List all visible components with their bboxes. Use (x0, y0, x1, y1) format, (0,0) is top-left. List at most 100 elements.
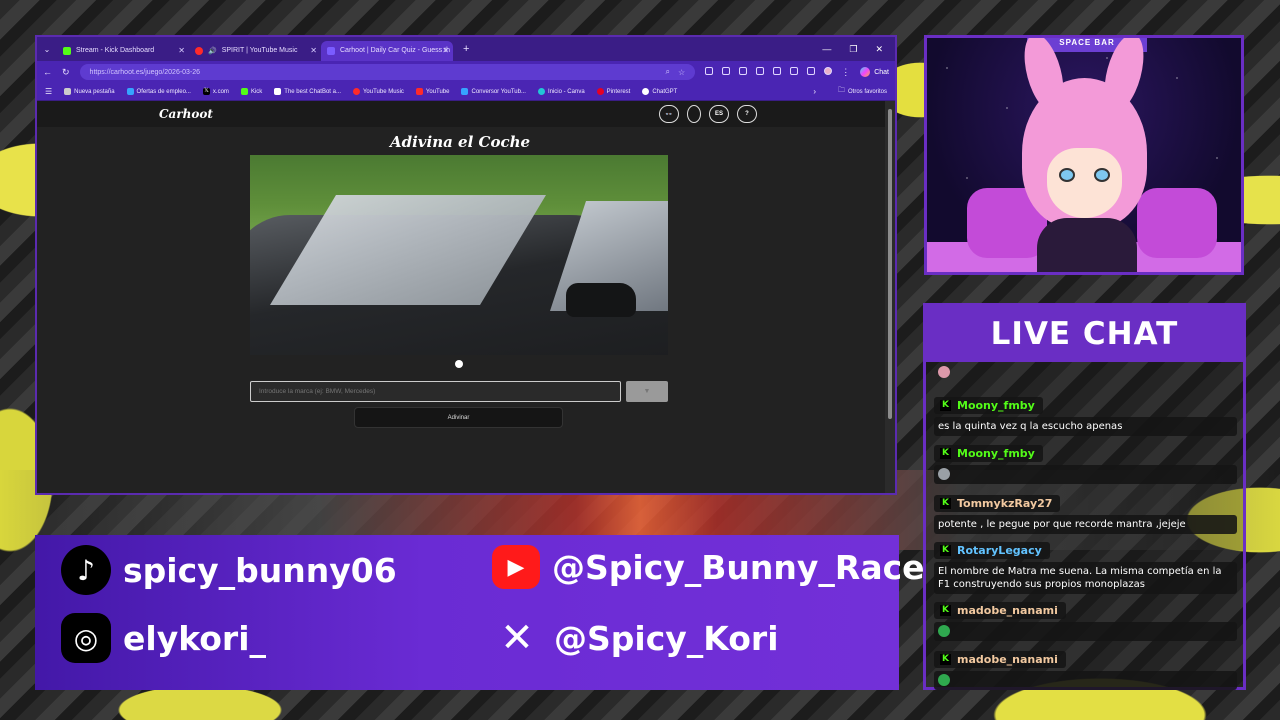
youtube-music-favicon-icon (352, 88, 360, 95)
copilot-chat-button[interactable]: Chat (860, 67, 889, 77)
chat-user-tag: K RotaryLegacy (934, 541, 1050, 559)
chat-message-text: potente , le pegue por que recorde mantr… (934, 514, 1237, 534)
live-chat-title: LIVE CHAT (926, 306, 1243, 362)
brand-dropdown-button[interactable]: ▼ (626, 381, 668, 402)
bookmark-label: ChatGPT (652, 88, 678, 95)
speaker-icon[interactable]: 🔊 (208, 47, 217, 55)
tab-kick-dashboard[interactable]: Stream - Kick Dashboard ✕ (57, 41, 189, 61)
bookmark-item[interactable]: Kick (240, 88, 262, 95)
language-button[interactable]: ES (709, 105, 729, 123)
chat-message-text: El nombre de Matra me suena. La misma co… (934, 561, 1237, 594)
zoom-icon[interactable]: ⌕ (666, 67, 670, 77)
bookmark-item[interactable]: Nueva pestaña (64, 88, 115, 95)
close-tab-icon[interactable]: ✕ (442, 46, 449, 55)
more-bookmarks-chevron-icon[interactable]: › (813, 87, 816, 96)
bookmark-item[interactable]: Ofertas de empleo... (126, 88, 191, 95)
bookmark-item[interactable]: 𝕏x.com (202, 88, 229, 95)
chat-user-tag: K madobe_nanami (934, 601, 1066, 619)
chat-message: K madobe_nanami (934, 599, 1237, 641)
tiktok-username: spicy_bunny06 (123, 550, 397, 590)
avatar-body (1037, 218, 1137, 272)
other-bookmarks-label: Otros favoritos (847, 88, 887, 95)
vtuber-avatar-cam: SPACE BAR (924, 35, 1244, 275)
theme-circle-icon[interactable] (687, 105, 701, 123)
menu-dots-icon[interactable]: ⋮ (841, 67, 850, 78)
chat-emote-icon (938, 467, 950, 480)
chat-username: madobe_nanami (957, 652, 1058, 666)
brand-input[interactable] (250, 381, 621, 402)
bookmark-item[interactable]: Inicio - Canva (537, 88, 585, 95)
new-tab-favicon-icon (64, 88, 72, 95)
sidebar-toggle-icon[interactable]: ☰ (45, 87, 52, 96)
other-bookmarks-folder[interactable]: 🗀 Otros favoritos (838, 86, 887, 97)
chat-username: RotaryLegacy (957, 543, 1042, 557)
kick-badge-icon: K (940, 497, 951, 509)
tab-list-chevron-icon[interactable]: ⌄ (37, 45, 57, 54)
bookmark-item[interactable]: Conversor YouTub... (461, 88, 526, 95)
bookmark-label: YouTube (425, 88, 450, 95)
tab-carhoot[interactable]: Carhoot | Daily Car Quiz - Guess th ✕ (321, 40, 453, 61)
youtube-icon: ▶ (492, 545, 540, 589)
kick-badge-icon: K (940, 653, 951, 665)
pinterest-favicon-icon (596, 88, 604, 95)
download-icon[interactable] (773, 66, 782, 75)
bookmark-label: Conversor YouTub... (471, 88, 526, 95)
youtube-favicon-icon (415, 88, 423, 95)
close-window-icon[interactable]: ✕ (875, 44, 883, 55)
url-field[interactable]: https://carhoot.es/juego/2026-03-26 ⌕ ☆ (79, 64, 696, 80)
youtube-handle: ▶ @Spicy_Bunny_Race (492, 545, 925, 589)
kick-badge-icon: K (940, 604, 951, 616)
maximize-icon[interactable]: ❐ (849, 44, 857, 55)
extension-icon[interactable] (756, 66, 765, 75)
address-bar: ← ↻ https://carhoot.es/juego/2026-03-26 … (37, 61, 895, 83)
bookmark-item[interactable]: YouTube Music (352, 88, 404, 95)
kick-badge-icon: K (940, 399, 951, 411)
scrollbar-thumb[interactable] (888, 109, 892, 419)
minimize-icon[interactable]: — (822, 44, 831, 55)
extension-icon[interactable] (739, 66, 748, 75)
profile-avatar-icon[interactable] (824, 66, 833, 75)
extension-icon[interactable] (722, 66, 731, 75)
carousel-dot[interactable] (455, 360, 463, 368)
screenshot-icon[interactable] (807, 66, 816, 75)
x-handle: ✕ @Spicy_Kori (492, 613, 779, 663)
chat-message-body (934, 621, 1237, 641)
avatar-eye-left (1059, 168, 1075, 182)
page-scrollbar[interactable] (885, 101, 895, 493)
x-username: @Spicy_Kori (554, 618, 779, 658)
star-icon[interactable]: ☆ (678, 68, 685, 77)
chat-username: madobe_nanami (957, 603, 1058, 617)
tab-label: Carhoot | Daily Car Quiz - Guess th (340, 47, 450, 54)
tab-youtube-music[interactable]: 🔊 SPIRIT | YouTube Music ✕ (189, 41, 321, 61)
chatbot-favicon-icon (274, 88, 282, 95)
site-logo[interactable]: Carhoot (159, 107, 213, 121)
chat-message: K RotaryLegacy El nombre de Matra me sue… (934, 539, 1237, 594)
chevron-down-icon: ▼ (643, 388, 651, 395)
back-icon[interactable]: ← (43, 67, 52, 77)
extension-icon[interactable] (790, 66, 799, 75)
bookmark-label: Inicio - Canva (547, 88, 585, 95)
url-text: https://carhoot.es/juego/2026-03-26 (89, 68, 201, 76)
close-tab-icon[interactable]: ✕ (310, 46, 317, 55)
reload-icon[interactable]: ↻ (62, 67, 70, 78)
x-favicon-icon: 𝕏 (202, 88, 210, 95)
new-tab-icon[interactable]: + (463, 43, 469, 55)
chat-user-tag: K Moony_fmby (934, 444, 1043, 462)
car-photo (250, 155, 668, 355)
bookmark-item[interactable]: ChatGPT (642, 88, 677, 95)
mask-icon[interactable]: 👓 (659, 105, 679, 123)
kick-badge-icon: K (940, 447, 951, 459)
bookmark-item[interactable]: Pinterest (596, 88, 630, 95)
bookmark-item[interactable]: The best ChatBot a... (274, 88, 341, 95)
bookmark-label: Nueva pestaña (74, 88, 115, 95)
help-button[interactable]: ? (737, 105, 757, 123)
tab-label: SPIRIT | YouTube Music (221, 47, 298, 54)
guess-button[interactable]: Adivinar (354, 407, 563, 428)
close-tab-icon[interactable]: ✕ (178, 46, 185, 55)
tab-label: Stream - Kick Dashboard (76, 47, 155, 54)
x-icon: ✕ (500, 615, 534, 661)
extension-icon[interactable] (705, 66, 714, 75)
bookmark-item[interactable]: YouTube (415, 88, 450, 95)
kick-favicon-icon (240, 88, 248, 95)
chat-message-body (934, 670, 1237, 690)
